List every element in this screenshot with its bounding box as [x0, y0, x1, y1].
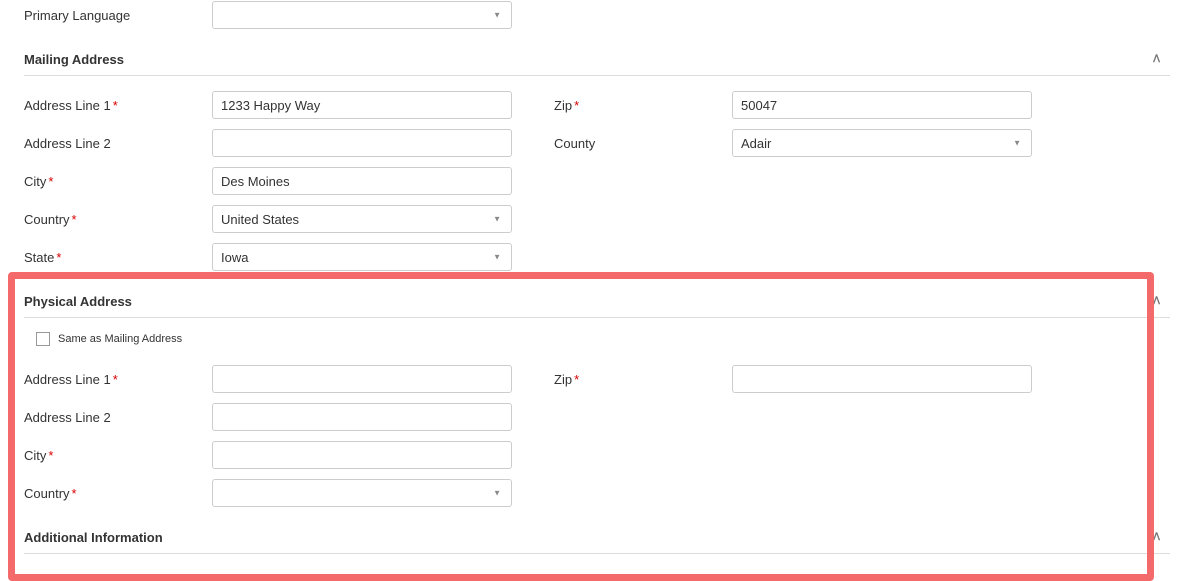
row-primary-language: Primary Language ▼ [24, 0, 1170, 30]
section-physical-address[interactable]: Physical Address ᐱ [24, 280, 1170, 318]
required-marker: * [113, 372, 118, 387]
caret-down-icon: ▼ [493, 215, 501, 224]
physical-zip-input[interactable] [732, 365, 1032, 393]
row-mailing-address1: Address Line 1* Zip* [24, 90, 1170, 120]
physical-country-label: Country* [24, 486, 212, 501]
chevron-up-icon: ᐱ [1153, 54, 1160, 65]
mailing-county-label: County [554, 136, 732, 151]
section-mailing-address[interactable]: Mailing Address ᐱ [24, 38, 1170, 76]
primary-language-select[interactable]: ▼ [212, 1, 512, 29]
row-mailing-state: State* Iowa ▼ [24, 242, 1170, 272]
physical-address2-label: Address Line 2 [24, 410, 212, 425]
mailing-state-value: Iowa [221, 250, 248, 265]
mailing-state-select[interactable]: Iowa ▼ [212, 243, 512, 271]
physical-address1-label: Address Line 1* [24, 372, 212, 387]
mailing-city-label: City* [24, 174, 212, 189]
physical-city-label: City* [24, 448, 212, 463]
mailing-state-label: State* [24, 250, 212, 265]
mailing-country-label: Country* [24, 212, 212, 227]
row-physical-address1: Address Line 1* Zip* [24, 364, 1170, 394]
mailing-county-value: Adair [741, 136, 771, 151]
mailing-address1-label: Address Line 1* [24, 98, 212, 113]
mailing-zip-input[interactable] [732, 91, 1032, 119]
required-marker: * [113, 98, 118, 113]
chevron-up-icon: ᐱ [1153, 296, 1160, 307]
required-marker: * [574, 98, 579, 113]
row-mailing-address2: Address Line 2 County Adair ▼ [24, 128, 1170, 158]
physical-address2-input[interactable] [212, 403, 512, 431]
primary-language-label: Primary Language [24, 8, 212, 23]
mailing-city-input[interactable] [212, 167, 512, 195]
mailing-country-select[interactable]: United States ▼ [212, 205, 512, 233]
section-additional-info[interactable]: Additional Information ᐱ [24, 516, 1170, 554]
physical-city-input[interactable] [212, 441, 512, 469]
caret-down-icon: ▼ [493, 11, 501, 20]
same-as-mailing-row: Same as Mailing Address [36, 332, 1170, 346]
mailing-address2-label: Address Line 2 [24, 136, 212, 151]
caret-down-icon: ▼ [493, 489, 501, 498]
required-marker: * [48, 448, 53, 463]
mailing-address1-input[interactable] [212, 91, 512, 119]
required-marker: * [574, 372, 579, 387]
physical-address1-input[interactable] [212, 365, 512, 393]
caret-down-icon: ▼ [1013, 139, 1021, 148]
same-as-mailing-label: Same as Mailing Address [58, 333, 182, 345]
required-marker: * [48, 174, 53, 189]
mailing-zip-label: Zip* [554, 98, 732, 113]
physical-country-select[interactable]: ▼ [212, 479, 512, 507]
mailing-country-value: United States [221, 212, 299, 227]
mailing-address2-input[interactable] [212, 129, 512, 157]
mailing-county-select[interactable]: Adair ▼ [732, 129, 1032, 157]
required-marker: * [56, 250, 61, 265]
section-mailing-title: Mailing Address [24, 52, 124, 67]
section-physical-title: Physical Address [24, 294, 132, 309]
section-additional-title: Additional Information [24, 530, 163, 545]
caret-down-icon: ▼ [493, 253, 501, 262]
chevron-up-icon: ᐱ [1153, 532, 1160, 543]
same-as-mailing-checkbox[interactable] [36, 332, 50, 346]
row-mailing-city: City* [24, 166, 1170, 196]
row-physical-city: City* [24, 440, 1170, 470]
required-marker: * [72, 486, 77, 501]
row-physical-address2: Address Line 2 [24, 402, 1170, 432]
row-mailing-country: Country* United States ▼ [24, 204, 1170, 234]
row-physical-country: Country* ▼ [24, 478, 1170, 508]
physical-zip-label: Zip* [554, 372, 732, 387]
required-marker: * [72, 212, 77, 227]
